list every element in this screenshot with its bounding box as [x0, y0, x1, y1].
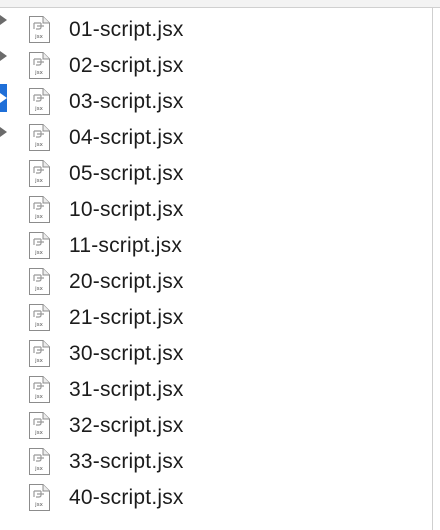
- file-name: 10-script.jsx: [69, 198, 184, 221]
- icon-caption: jsx: [34, 34, 43, 40]
- icon-caption: jsx: [34, 214, 43, 220]
- jsx-file-icon: jsx: [29, 340, 50, 367]
- column-header-rule: [0, 0, 440, 8]
- file-list: jsx 01-script.jsx jsx 02-script.jsx jsx …: [0, 12, 432, 516]
- file-name: 20-script.jsx: [69, 270, 184, 293]
- jsx-file-icon: jsx: [29, 16, 50, 43]
- jsx-file-icon: jsx: [29, 232, 50, 259]
- jsx-file-icon: jsx: [29, 484, 50, 511]
- icon-caption: jsx: [34, 322, 43, 328]
- icon-caption: jsx: [34, 430, 43, 436]
- icon-caption: jsx: [34, 70, 43, 76]
- file-list-item[interactable]: jsx 03-script.jsx: [0, 84, 432, 120]
- file-list-item[interactable]: jsx 05-script.jsx: [0, 156, 432, 192]
- file-browser-column: jsx 01-script.jsx jsx 02-script.jsx jsx …: [0, 0, 440, 530]
- jsx-file-icon: jsx: [29, 88, 50, 115]
- icon-caption: jsx: [34, 178, 43, 184]
- icon-caption: jsx: [34, 286, 43, 292]
- icon-caption: jsx: [34, 106, 43, 112]
- file-name: 30-script.jsx: [69, 342, 184, 365]
- file-list-item[interactable]: jsx 10-script.jsx: [0, 192, 432, 228]
- file-list-item[interactable]: jsx 02-script.jsx: [0, 48, 432, 84]
- file-list-item[interactable]: jsx 30-script.jsx: [0, 336, 432, 372]
- file-list-item[interactable]: jsx 20-script.jsx: [0, 264, 432, 300]
- jsx-file-icon: jsx: [29, 124, 50, 151]
- file-name: 05-script.jsx: [69, 162, 184, 185]
- jsx-file-icon: jsx: [29, 268, 50, 295]
- jsx-file-icon: jsx: [29, 412, 50, 439]
- file-name: 33-script.jsx: [69, 450, 184, 473]
- file-name: 04-script.jsx: [69, 126, 184, 149]
- file-name: 40-script.jsx: [69, 486, 184, 509]
- icon-caption: jsx: [34, 250, 43, 256]
- jsx-file-icon: jsx: [29, 448, 50, 475]
- icon-caption: jsx: [34, 358, 43, 364]
- file-list-item[interactable]: jsx 01-script.jsx: [0, 12, 432, 48]
- file-name: 11-script.jsx: [69, 234, 183, 257]
- file-list-item[interactable]: jsx 32-script.jsx: [0, 408, 432, 444]
- jsx-file-icon: jsx: [29, 196, 50, 223]
- icon-caption: jsx: [34, 466, 43, 472]
- file-name: 32-script.jsx: [69, 414, 184, 437]
- file-name: 02-script.jsx: [69, 54, 184, 77]
- file-list-item[interactable]: jsx 40-script.jsx: [0, 480, 432, 516]
- file-list-item[interactable]: jsx 04-script.jsx: [0, 120, 432, 156]
- file-name: 21-script.jsx: [69, 306, 184, 329]
- jsx-file-icon: jsx: [29, 304, 50, 331]
- jsx-file-icon: jsx: [29, 376, 50, 403]
- file-list-item[interactable]: jsx 11-script.jsx: [0, 228, 432, 264]
- file-name: 01-script.jsx: [69, 18, 184, 41]
- file-list-item[interactable]: jsx 21-script.jsx: [0, 300, 432, 336]
- icon-caption: jsx: [34, 142, 43, 148]
- jsx-file-icon: jsx: [29, 160, 50, 187]
- file-list-item[interactable]: jsx 33-script.jsx: [0, 444, 432, 480]
- file-name: 31-script.jsx: [69, 378, 184, 401]
- jsx-file-icon: jsx: [29, 52, 50, 79]
- file-list-item[interactable]: jsx 31-script.jsx: [0, 372, 432, 408]
- icon-caption: jsx: [34, 394, 43, 400]
- column-divider[interactable]: [432, 8, 433, 530]
- icon-caption: jsx: [34, 502, 43, 508]
- file-name: 03-script.jsx: [69, 90, 184, 113]
